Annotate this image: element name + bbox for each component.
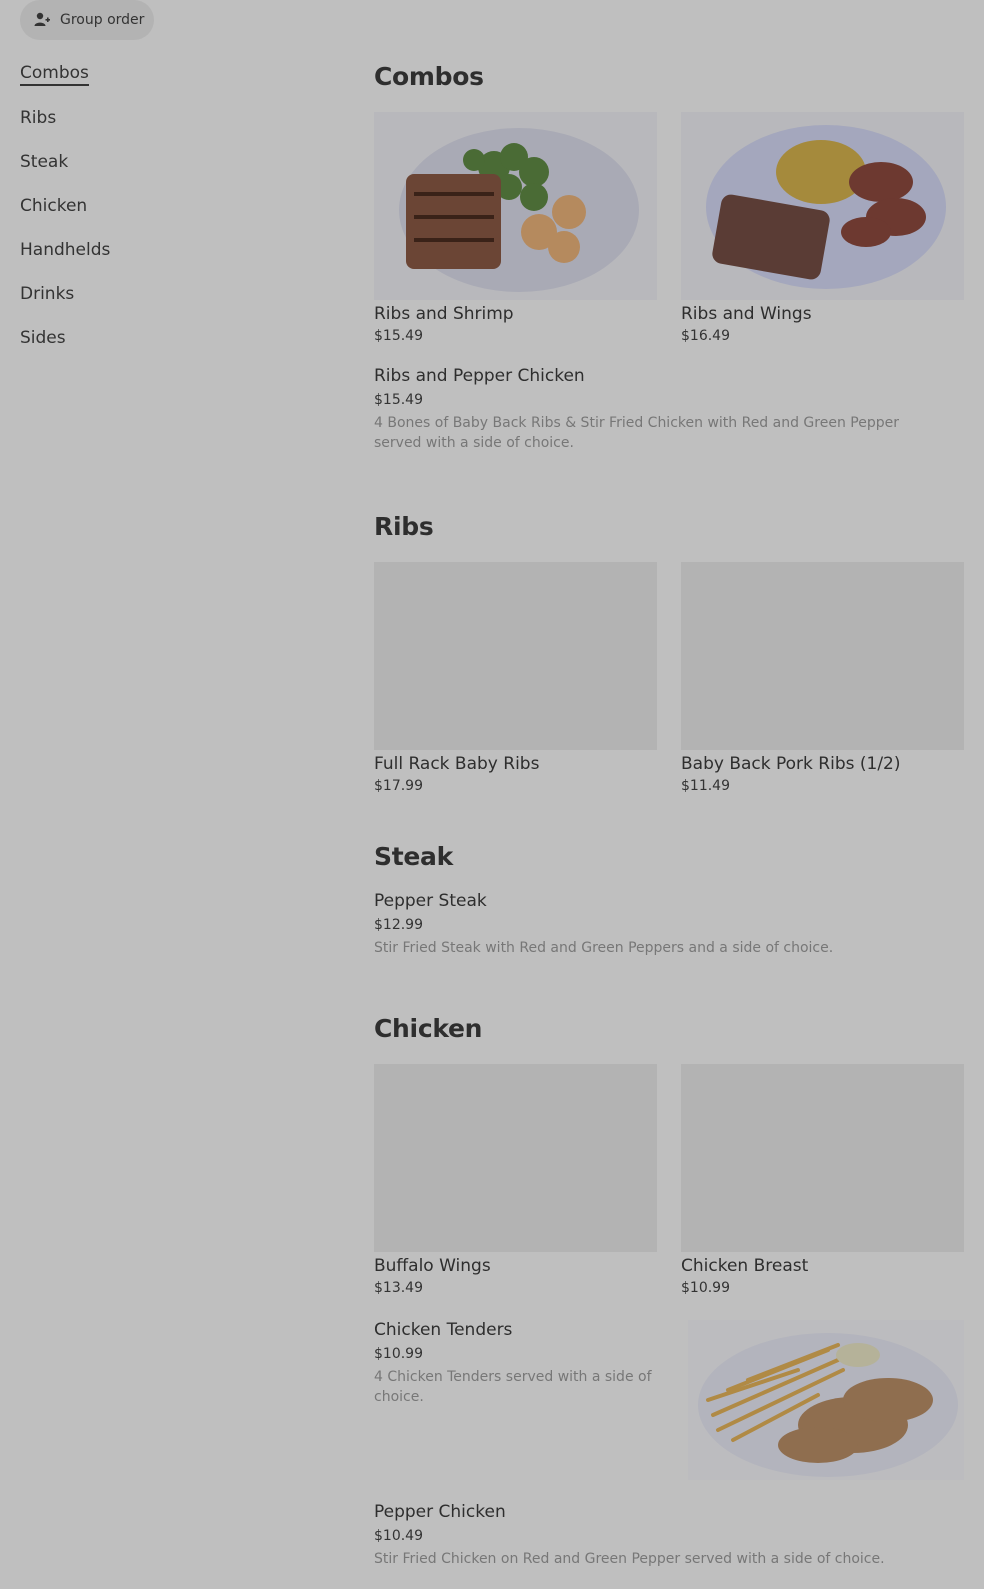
person-plus-icon	[33, 11, 51, 29]
section-title-ribs: Ribs	[374, 512, 434, 541]
item-description: 4 Chicken Tenders served with a side of …	[374, 1369, 652, 1405]
sidebar-item-ribs[interactable]: Ribs	[20, 108, 56, 128]
item-name: Pepper Chicken	[374, 1502, 506, 1522]
menu-item-chicken-breast[interactable]: Chicken Breast $10.99	[681, 1064, 964, 1296]
item-price: $11.49	[681, 778, 730, 794]
menu-item-buffalo-wings[interactable]: Buffalo Wings $13.49	[374, 1064, 657, 1296]
item-image-placeholder	[681, 562, 964, 750]
item-price: $15.49	[374, 328, 423, 344]
menu-item-baby-back-pork-ribs-half[interactable]: Baby Back Pork Ribs (1/2) $11.49	[681, 562, 964, 794]
item-image	[688, 1320, 964, 1480]
item-name: Baby Back Pork Ribs (1/2)	[681, 754, 901, 774]
menu-item-ribs-and-shrimp[interactable]: Ribs and Shrimp $15.49	[374, 112, 657, 344]
menu-item-ribs-and-wings[interactable]: Ribs and Wings $16.49	[681, 112, 964, 344]
item-description: Stir Fried Steak with Red and Green Pepp…	[374, 940, 834, 956]
item-name: Buffalo Wings	[374, 1256, 491, 1276]
item-price: $13.49	[374, 1280, 423, 1296]
menu-item-pepper-steak[interactable]: Pepper Steak $12.99 Stir Fried Steak wit…	[374, 891, 944, 958]
item-image	[681, 112, 964, 300]
item-name: Ribs and Shrimp	[374, 304, 514, 324]
item-name: Chicken Tenders	[374, 1320, 513, 1340]
menu-item-chicken-tenders[interactable]: Chicken Tenders $10.99 4 Chicken Tenders…	[374, 1320, 964, 1480]
group-order-button[interactable]: Group order	[20, 0, 154, 40]
item-price: $10.49	[374, 1528, 423, 1544]
item-description: 4 Bones of Baby Back Ribs & Stir Fried C…	[374, 415, 899, 451]
item-price: $17.99	[374, 778, 423, 794]
section-title-combos: Combos	[374, 62, 484, 91]
item-image-placeholder	[681, 1064, 964, 1252]
menu-item-full-rack-baby-ribs[interactable]: Full Rack Baby Ribs $17.99	[374, 562, 657, 794]
sidebar-item-sides[interactable]: Sides	[20, 328, 66, 348]
item-description: Stir Fried Chicken on Red and Green Pepp…	[374, 1551, 885, 1567]
menu-item-ribs-and-pepper-chicken[interactable]: Ribs and Pepper Chicken $15.49 4 Bones o…	[374, 366, 944, 453]
section-title-steak: Steak	[374, 842, 453, 871]
item-price: $10.99	[374, 1346, 423, 1362]
item-image	[374, 112, 657, 300]
section-title-chicken: Chicken	[374, 1014, 483, 1043]
item-name: Full Rack Baby Ribs	[374, 754, 540, 774]
sidebar-item-handhelds[interactable]: Handhelds	[20, 240, 110, 260]
item-price: $16.49	[681, 328, 730, 344]
item-name: Chicken Breast	[681, 1256, 809, 1276]
sidebar-item-combos[interactable]: Combos	[20, 63, 89, 86]
sidebar-item-chicken[interactable]: Chicken	[20, 196, 87, 216]
item-image-placeholder	[374, 562, 657, 750]
item-price: $10.99	[681, 1280, 730, 1296]
item-name: Pepper Steak	[374, 891, 487, 911]
item-price: $15.49	[374, 392, 423, 408]
sidebar-item-drinks[interactable]: Drinks	[20, 284, 74, 304]
item-name: Ribs and Wings	[681, 304, 812, 324]
item-image-placeholder	[374, 1064, 657, 1252]
item-name: Ribs and Pepper Chicken	[374, 366, 585, 386]
menu-item-pepper-chicken[interactable]: Pepper Chicken $10.49 Stir Fried Chicken…	[374, 1502, 944, 1569]
item-price: $12.99	[374, 917, 423, 933]
sidebar-item-steak[interactable]: Steak	[20, 152, 68, 172]
group-order-label: Group order	[60, 12, 145, 28]
